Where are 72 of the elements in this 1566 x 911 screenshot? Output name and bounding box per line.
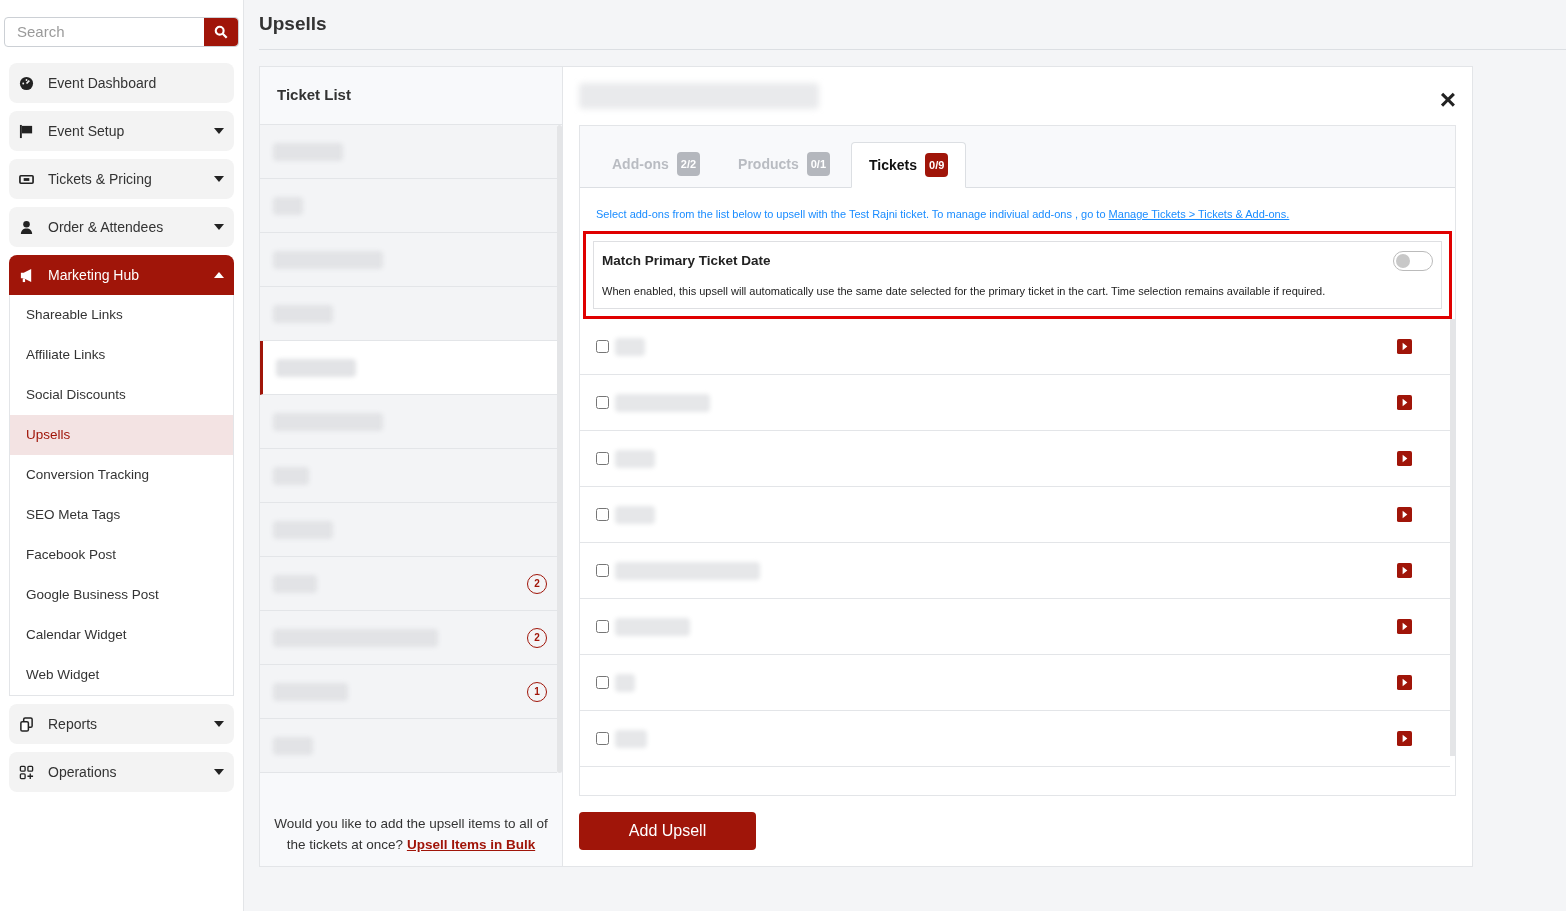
user-icon [19,219,34,235]
checkbox[interactable] [596,452,609,466]
add-upsell-button[interactable]: Add Upsell [579,812,756,850]
count-badge: 2/2 [676,151,701,177]
submenu-item[interactable]: Conversion Tracking [10,455,233,495]
caret-down-icon [214,176,224,182]
count-badge: 0/1 [806,151,831,177]
redacted-text [615,673,635,692]
grid-icon [19,764,34,780]
checkbox[interactable] [596,340,609,354]
nav-item[interactable]: Tickets & Pricing [9,159,234,199]
submenu-item[interactable]: Facebook Post [10,535,233,575]
search-field[interactable]: Search [4,17,239,47]
tab[interactable]: Tickets 0/9 [851,142,967,188]
search-icon [214,25,228,39]
redacted-text [615,449,655,468]
submenu-item[interactable]: Web Widget [10,655,233,695]
nav-item[interactable]: Marketing Hub [9,255,234,295]
submenu-item[interactable]: Affiliate Links [10,335,233,375]
bulk-upsell-link[interactable]: Upsell Items in Bulk [406,837,536,852]
setting-description: When enabled, this upsell will automatically use the same date selected for the primary ticket in the cart. Time selection remains available if required. [602,283,1327,299]
megaphone-icon [19,267,34,283]
play-icon[interactable] [1397,731,1412,747]
nav-item[interactable]: Event Dashboard [9,63,234,103]
submenu-item[interactable]: SEO Meta Tags [10,495,233,535]
play-icon[interactable] [1397,675,1412,691]
redacted-text [615,505,655,524]
search-input[interactable]: Search [5,18,204,46]
caret-down-icon [214,128,224,134]
play-icon[interactable] [1397,563,1412,579]
nav-item[interactable]: Order & Attendees [9,207,234,247]
submenu-item[interactable]: Google Business Post [10,575,233,615]
toggle-switch[interactable] [1393,250,1433,271]
caret-down-icon [214,769,224,775]
setting-title: Match Primary Ticket Date [602,251,771,270]
ticket-list-item[interactable]: 2 [260,611,557,665]
play-icon[interactable] [1397,395,1412,411]
checkbox[interactable] [596,508,609,522]
submenu-item[interactable]: Upsells [10,415,233,455]
panel-title: Ticket List [277,85,351,106]
submenu-item[interactable]: Calendar Widget [10,615,233,655]
close-button[interactable]: × [1439,86,1456,114]
play-icon[interactable] [1397,619,1412,635]
play-icon[interactable] [1397,339,1412,355]
gauge-icon [19,75,34,91]
caret-up-icon [214,272,224,278]
search-button[interactable] [204,18,238,46]
checkbox[interactable] [596,732,609,746]
info-text: Select add-ons from the list below to upsell with the Test Rajni ticket. To manage indiviual add-ons , go to Manage Tickets > Tickets & Add-ons. [595,207,1291,222]
nav-item[interactable]: Reports [9,704,234,744]
checkbox[interactable] [596,620,609,634]
redacted-text [615,337,645,356]
ticket-list-item[interactable]: 2 [260,557,557,611]
caret-down-icon [214,721,224,727]
submenu-item[interactable]: Shareable Links [10,295,233,335]
flag-icon [19,123,34,139]
nav-item[interactable]: Operations [9,752,234,792]
submenu-item[interactable]: Social Discounts [10,375,233,415]
nav-item[interactable]: Event Setup [9,111,234,151]
play-icon[interactable] [1397,507,1412,523]
redacted-text [615,729,647,748]
page-title: Upsells [259,12,327,37]
checkbox[interactable] [596,396,609,410]
manage-tickets-link[interactable]: Manage Tickets > Tickets & Add-ons. [1108,208,1290,220]
checkbox[interactable] [596,564,609,578]
bulk-upsell-note: Would you like to add the upsell items to all of the tickets at once? Upsell Items in Bulk [273,815,549,854]
caret-down-icon [214,224,224,230]
play-icon[interactable] [1397,451,1412,467]
copy-icon [19,716,34,732]
ticket-list-item[interactable]: 1 [260,665,557,719]
count-badge: 0/9 [925,152,949,178]
checkbox[interactable] [596,676,609,690]
